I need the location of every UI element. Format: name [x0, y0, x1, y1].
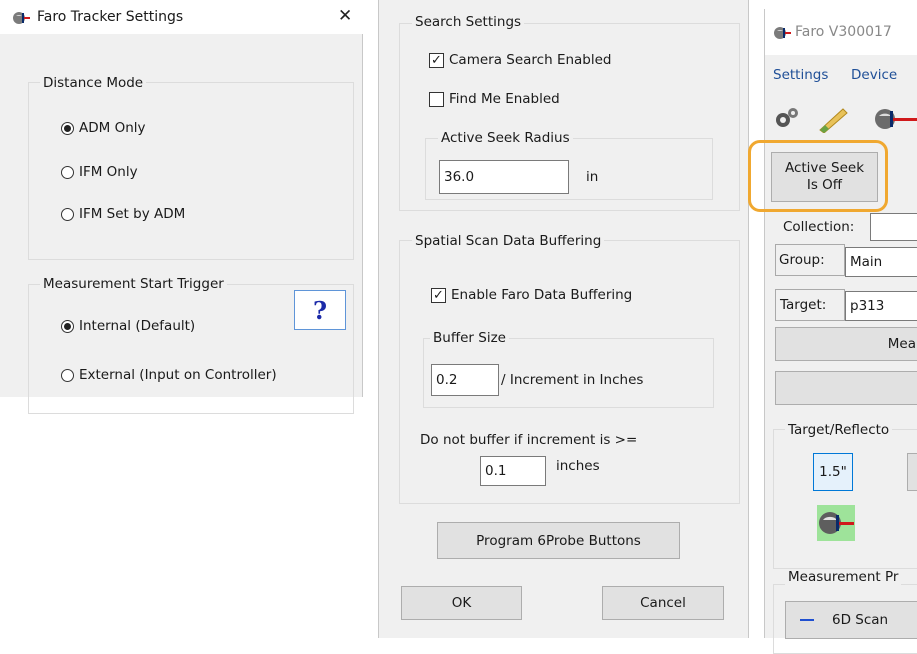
radio-button [61, 319, 74, 333]
faro-device-window: Faro V300017 Settings Device Active Seek… [748, 9, 917, 654]
title-bar: Faro Tracker Settings ✕ [0, 0, 363, 34]
window-title: Faro V300017 [795, 24, 892, 40]
measurement-profile-label: Measurement Pr [785, 569, 902, 585]
target-label-box: Target: [775, 289, 845, 321]
target-reflector-label: Target/Reflecto [785, 422, 893, 438]
radio-adm-only[interactable]: ADM Only [61, 120, 146, 136]
scan-item-label: 6D Scan [832, 612, 889, 628]
checkmark-icon: ✓ [429, 52, 444, 68]
window-title: Faro Tracker Settings [37, 9, 184, 25]
target-reflector-group [773, 429, 917, 569]
reflector-size-button[interactable]: 1.5" [813, 453, 853, 491]
ok-button[interactable]: OK [401, 586, 522, 620]
faro-tracker-settings-window: Faro Tracker Settings ✕ Distance Mode AD… [0, 0, 363, 414]
radio-button [61, 368, 74, 382]
target-label: Target: [780, 297, 827, 313]
menu-settings[interactable]: Settings [773, 66, 828, 84]
radio-label: IFM Set by ADM [79, 206, 186, 222]
radio-button [61, 165, 74, 179]
scan-item-button[interactable]: 6D Scan [785, 601, 917, 639]
checkbox-label: Enable Faro Data Buffering [451, 287, 633, 303]
radio-button [61, 121, 74, 135]
active-seek-radius-label: Active Seek Radius [438, 130, 573, 146]
app-icon [13, 11, 30, 29]
find-me-checkbox[interactable]: Find Me Enabled [429, 91, 560, 107]
active-seek-radius-input[interactable]: 36.0 [439, 160, 569, 194]
tracker-target-icon[interactable] [817, 505, 855, 541]
buffer-threshold-label: Do not buffer if increment is >= [420, 432, 638, 448]
radio-ifm-set-by-adm[interactable]: IFM Set by ADM [61, 206, 185, 222]
collection-input[interactable] [870, 213, 917, 241]
radio-label: Internal (Default) [79, 318, 196, 334]
menu-bar: Settings Device [765, 64, 917, 88]
help-icon: ? [312, 295, 328, 325]
radio-ifm-only[interactable]: IFM Only [61, 164, 138, 180]
app-icon [774, 26, 791, 44]
tracker-icon[interactable] [874, 107, 917, 135]
buffering-label: Spatial Scan Data Buffering [412, 233, 605, 249]
radio-label: External (Input on Controller) [79, 367, 277, 383]
menu-device[interactable]: Device [851, 66, 897, 84]
enable-buffering-checkbox[interactable]: ✓ Enable Faro Data Buffering [431, 287, 632, 303]
group-label-box: Group: [775, 244, 845, 276]
group-input[interactable]: Main [845, 247, 917, 277]
measure-tape-icon[interactable] [817, 105, 849, 137]
measurement-start-trigger-label: Measurement Start Trigger [40, 276, 227, 292]
camera-search-checkbox[interactable]: ✓ Camera Search Enabled [429, 52, 612, 68]
search-settings-label: Search Settings [412, 14, 525, 30]
radio-internal-default[interactable]: Internal (Default) [61, 318, 195, 334]
radio-external-input[interactable]: External (Input on Controller) [61, 367, 277, 383]
buffer-threshold-input[interactable]: 0.1 [480, 456, 546, 486]
collection-label: Collection: [783, 219, 855, 235]
checkmark-icon: ✓ [431, 287, 446, 303]
active-seek-label-line2: Is Off [806, 177, 843, 193]
secondary-button[interactable] [775, 371, 917, 405]
buffer-size-label: Buffer Size [430, 330, 509, 346]
distance-mode-label: Distance Mode [40, 75, 147, 91]
checkbox-label: Find Me Enabled [449, 91, 560, 107]
buffer-size-unit: / Increment in Inches [501, 372, 644, 388]
scan-line-icon [800, 619, 814, 621]
measure-button[interactable]: Mea [775, 327, 917, 361]
checkbox-box [429, 91, 444, 107]
title-bar: Faro V300017 [765, 9, 917, 55]
checkbox-label: Camera Search Enabled [449, 52, 612, 68]
cancel-button[interactable]: Cancel [602, 586, 724, 620]
reflector-size-button-2[interactable] [907, 453, 917, 491]
target-input[interactable]: p313 [845, 291, 917, 321]
group-label: Group: [779, 252, 825, 268]
radio-button [61, 207, 74, 221]
help-button[interactable]: ? [294, 290, 346, 330]
gear-icon[interactable] [773, 106, 801, 134]
radio-label: IFM Only [79, 164, 138, 180]
buffer-threshold-unit: inches [556, 458, 600, 474]
active-seek-label-line1: Active Seek [784, 160, 865, 176]
radio-label: ADM Only [79, 120, 146, 136]
program-6probe-buttons-button[interactable]: Program 6Probe Buttons [437, 522, 680, 559]
buffer-size-input[interactable]: 0.2 [431, 364, 499, 396]
active-seek-button[interactable]: Active Seek Is Off [771, 152, 878, 202]
active-seek-radius-unit: in [586, 169, 599, 185]
close-icon[interactable]: ✕ [338, 6, 352, 26]
settings-middle-panel: Search Settings ✓ Camera Search Enabled … [378, 0, 749, 638]
